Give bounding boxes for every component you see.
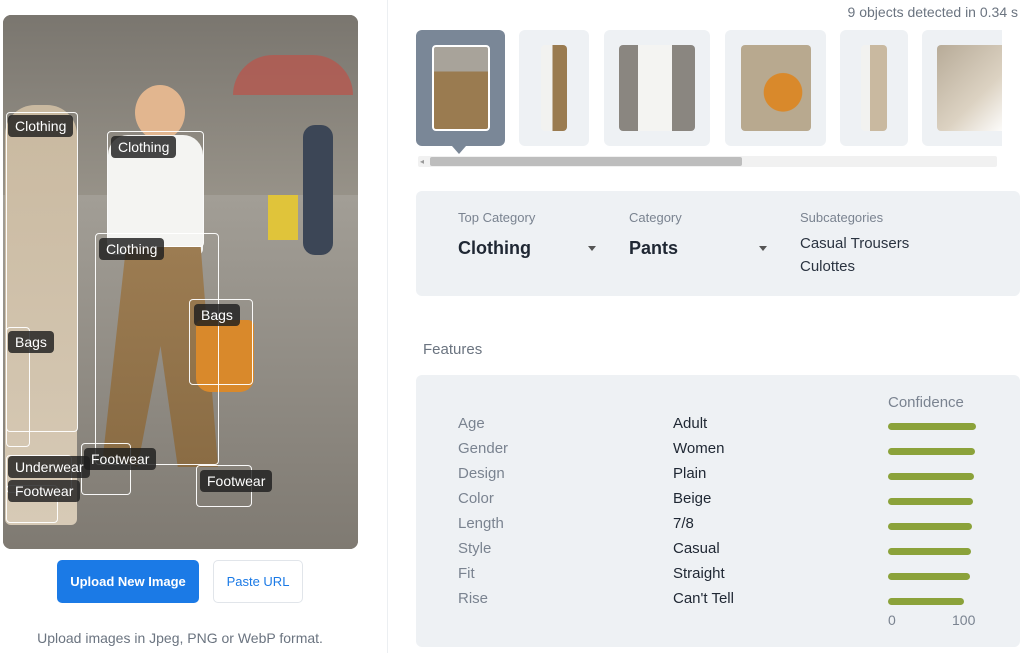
feature-name: Length <box>458 515 504 532</box>
feature-row: Age Adult <box>416 415 1020 437</box>
detection-label[interactable]: Clothing <box>8 115 74 137</box>
detection-summary: 9 objects detected in 0.34 s <box>847 4 1018 20</box>
top-category-label: Top Category <box>458 210 536 225</box>
feature-value: Straight <box>673 565 725 582</box>
feature-row: Gender Women <box>416 440 1020 462</box>
feature-value: Casual <box>673 540 720 557</box>
confidence-bar <box>888 598 964 605</box>
pedestrian <box>303 125 333 255</box>
top-category-dropdown[interactable]: Clothing <box>458 238 531 259</box>
thumbnail-scrollbar[interactable]: ◂ <box>418 156 997 167</box>
confidence-bar <box>888 473 974 480</box>
thumbnail-bag[interactable] <box>725 30 826 146</box>
detection-label[interactable]: Clothing <box>111 136 177 158</box>
category-caret-icon[interactable] <box>759 246 767 251</box>
feature-value: Plain <box>673 465 707 482</box>
active-thumbnail-pointer <box>452 146 466 154</box>
paste-url-button[interactable]: Paste URL <box>213 560 303 603</box>
feature-row: Color Beige <box>416 490 1020 512</box>
scroll-left-arrow-icon[interactable]: ◂ <box>420 157 424 166</box>
feature-row: Rise Can't Tell <box>416 590 1020 612</box>
thumbnail-strip <box>416 30 1002 148</box>
confidence-scale-min: 0 <box>888 612 896 628</box>
uploaded-photo: Clothing Clothing Clothing Bags Bags Und… <box>3 15 358 549</box>
thumbnail-image <box>740 45 811 131</box>
detection-label[interactable]: Footwear <box>8 480 81 502</box>
feature-name: Gender <box>458 440 509 457</box>
feature-name: Fit <box>458 565 475 582</box>
category-label: Category <box>629 210 682 225</box>
thumbnail-image <box>541 45 567 131</box>
upload-hint: Upload images in Jpeg, PNG or WebP forma… <box>37 630 323 646</box>
feature-name: Style <box>458 540 492 557</box>
confidence-bar <box>888 548 971 555</box>
yellow-stool <box>268 195 298 240</box>
category-panel: Top Category Clothing Category Pants Sub… <box>416 191 1020 296</box>
subcategory-item: Culottes <box>800 258 856 275</box>
feature-row: Fit Straight <box>416 565 1020 587</box>
feature-name: Design <box>458 465 505 482</box>
detection-label[interactable]: Footwear <box>200 470 273 492</box>
confidence-scale-max: 100 <box>952 612 976 628</box>
detection-label[interactable]: Underwear <box>8 456 91 478</box>
thumbnail-footwear[interactable] <box>922 30 1002 146</box>
feature-value: 7/8 <box>673 515 694 532</box>
features-title: Features <box>423 341 483 358</box>
thumbnail-clothing[interactable] <box>604 30 710 146</box>
scrollbar-thumb[interactable] <box>430 157 742 166</box>
image-panel: Clothing Clothing Clothing Bags Bags Und… <box>0 0 388 653</box>
feature-value: Beige <box>673 490 712 507</box>
top-category-caret-icon[interactable] <box>588 246 596 251</box>
thumbnail-image <box>937 45 1002 131</box>
detection-label[interactable]: Footwear <box>84 448 157 470</box>
market-umbrella <box>233 55 353 95</box>
feature-name: Rise <box>458 590 489 607</box>
feature-value: Can't Tell <box>673 590 734 607</box>
thumbnail-clothing[interactable] <box>840 30 908 146</box>
confidence-bar <box>888 448 975 455</box>
feature-row: Design Plain <box>416 465 1020 487</box>
confidence-bar <box>888 573 970 580</box>
detection-label[interactable]: Clothing <box>99 238 165 260</box>
thumbnail-clothing[interactable] <box>519 30 589 146</box>
feature-name: Age <box>458 415 485 432</box>
confidence-header: Confidence <box>888 394 964 411</box>
category-dropdown[interactable]: Pants <box>629 238 678 259</box>
feature-row: Length 7/8 <box>416 515 1020 537</box>
confidence-bar <box>888 523 972 530</box>
feature-value: Women <box>673 440 725 457</box>
feature-name: Color <box>458 490 494 507</box>
confidence-bar <box>888 498 973 505</box>
thumbnail-image <box>861 45 887 131</box>
upload-new-image-button[interactable]: Upload New Image <box>57 560 199 603</box>
detection-label[interactable]: Bags <box>8 331 54 353</box>
feature-row: Style Casual <box>416 540 1020 562</box>
subcategory-item: Casual Trousers <box>800 235 910 252</box>
features-panel: Confidence Age Adult Gender Women Design… <box>416 375 1020 647</box>
confidence-bar <box>888 423 976 430</box>
feature-value: Adult <box>673 415 708 432</box>
detection-label[interactable]: Bags <box>194 304 240 326</box>
thumbnail-pants[interactable] <box>416 30 505 146</box>
thumbnail-image <box>431 45 490 131</box>
subcategories-label: Subcategories <box>800 210 884 225</box>
thumbnail-image <box>619 45 695 131</box>
